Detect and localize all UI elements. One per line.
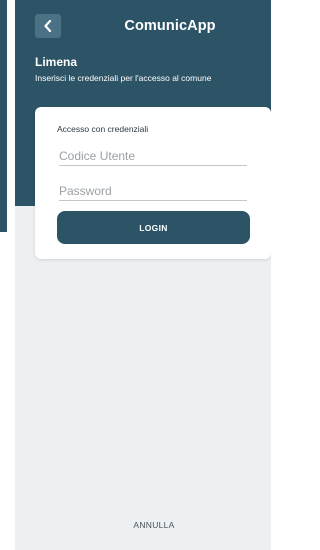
login-card: Accesso con credenziali LOGIN bbox=[35, 107, 271, 259]
screen: ComunicApp Limena Inserisci le credenzia… bbox=[0, 0, 277, 550]
comune-name: Limena bbox=[35, 55, 78, 69]
chevron-left-icon bbox=[43, 20, 53, 32]
back-button[interactable] bbox=[35, 14, 61, 38]
cancel-button[interactable]: ANNULLA bbox=[15, 520, 271, 530]
username-input[interactable] bbox=[59, 147, 247, 166]
page-subtitle: Inserisci le credenziali per l'accesso a… bbox=[35, 73, 212, 83]
login-button[interactable]: LOGIN bbox=[57, 211, 250, 244]
app-title: ComunicApp bbox=[124, 18, 216, 34]
background-app-edge bbox=[0, 0, 7, 232]
login-screen: ComunicApp Limena Inserisci le credenzia… bbox=[15, 0, 271, 550]
password-input[interactable] bbox=[59, 182, 247, 201]
card-label: Accesso con credenziali bbox=[57, 124, 149, 134]
